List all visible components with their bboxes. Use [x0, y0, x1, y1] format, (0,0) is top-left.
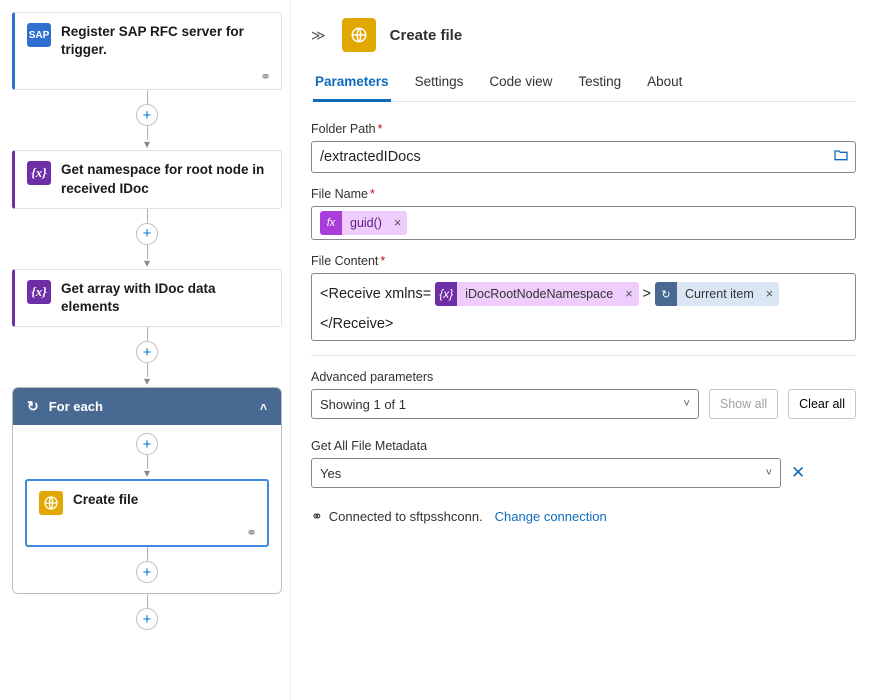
remove-chip-icon[interactable]: ×	[388, 216, 407, 230]
add-step-button[interactable]: +	[136, 561, 158, 583]
add-step-button[interactable]: +	[136, 341, 158, 363]
clear-all-button[interactable]: Clear all	[788, 389, 856, 419]
node-title: Get array with IDoc data elements	[61, 280, 269, 316]
variable-icon: {x}	[435, 282, 457, 306]
advanced-params-label: Advanced parameters	[311, 370, 856, 384]
tab-settings[interactable]: Settings	[413, 66, 466, 101]
chevron-up-icon: ˄	[260, 400, 267, 414]
node-title: Get namespace for root node in received …	[61, 161, 269, 197]
add-step-button[interactable]: +	[136, 608, 158, 630]
file-icon	[39, 491, 63, 515]
xml-text: >	[643, 286, 651, 302]
xml-text: </Receive>	[320, 316, 393, 332]
collapse-panel-icon[interactable]: ≫	[311, 27, 326, 44]
details-panel: ≫ Create file Parameters Settings Code v…	[290, 0, 880, 700]
arrow-down-icon: ▾	[144, 467, 150, 479]
folder-path-input[interactable]: /extractedIDocs	[311, 141, 856, 173]
tab-testing[interactable]: Testing	[576, 66, 623, 101]
file-content-input[interactable]: <Receive xmlns= {x} iDocRootNodeNamespac…	[311, 273, 856, 341]
node-get-namespace[interactable]: {x} Get namespace for root node in recei…	[12, 150, 282, 208]
get-metadata-label: Get All File Metadata	[311, 439, 856, 453]
tab-code-view[interactable]: Code view	[487, 66, 554, 101]
file-name-label: File Name*	[311, 187, 856, 201]
connection-text: Connected to sftpsshconn.	[329, 509, 483, 524]
variable-icon: {x}	[27, 280, 51, 304]
foreach-header[interactable]: ↻ For each ˄	[13, 388, 281, 425]
folder-browse-icon[interactable]	[833, 147, 849, 167]
fx-icon: fx	[320, 211, 342, 235]
tab-about[interactable]: About	[645, 66, 684, 101]
node-title: Register SAP RFC server for trigger.	[61, 23, 269, 59]
arrow-down-icon: ▾	[144, 257, 150, 269]
advanced-params-select[interactable]: Showing 1 of 1 ˅	[311, 389, 699, 419]
chevron-down-icon: ˅	[683, 398, 689, 410]
get-metadata-select[interactable]: Yes ˅	[311, 458, 781, 488]
node-title: Create file	[73, 491, 138, 509]
tabs: Parameters Settings Code view Testing Ab…	[311, 66, 856, 102]
workflow-canvas: SAP Register SAP RFC server for trigger.…	[0, 0, 290, 700]
link-icon: ⚭	[311, 508, 323, 525]
remove-chip-icon[interactable]: ×	[619, 287, 638, 301]
connector: + ▾	[12, 209, 282, 269]
foreach-container[interactable]: ↻ For each ˄ + ▾ Create file ⚭	[12, 387, 282, 594]
connection-row: ⚭ Connected to sftpsshconn. Change conne…	[311, 508, 856, 525]
connector: + ▾	[12, 90, 282, 150]
node-get-array[interactable]: {x} Get array with IDoc data elements	[12, 269, 282, 327]
folder-path-label: Folder Path*	[311, 122, 856, 136]
connector: +	[12, 594, 282, 630]
connector: + ▾	[12, 327, 282, 387]
expression-chip-guid[interactable]: fx guid() ×	[320, 211, 407, 235]
tab-parameters[interactable]: Parameters	[313, 66, 391, 102]
node-create-file[interactable]: Create file ⚭	[25, 479, 269, 547]
folder-path-value: /extractedIDocs	[320, 149, 421, 165]
variable-chip-namespace[interactable]: {x} iDocRootNodeNamespace ×	[435, 282, 638, 306]
foreach-body: + ▾ Create file ⚭ +	[13, 425, 281, 593]
sap-icon: SAP	[27, 23, 51, 47]
show-all-button[interactable]: Show all	[709, 389, 778, 419]
loop-icon: ↻	[655, 282, 677, 306]
divider	[311, 355, 856, 356]
loop-chip-current-item[interactable]: ↻ Current item ×	[655, 282, 779, 306]
loop-icon: ↻	[27, 398, 39, 415]
variable-icon: {x}	[27, 161, 51, 185]
link-icon: ⚭	[246, 525, 257, 541]
change-connection-link[interactable]: Change connection	[495, 509, 607, 524]
arrow-down-icon: ▾	[144, 375, 150, 387]
link-icon: ⚭	[260, 69, 271, 85]
add-step-button[interactable]: +	[136, 433, 158, 455]
connector: +	[25, 547, 269, 583]
node-register-sap[interactable]: SAP Register SAP RFC server for trigger.…	[12, 12, 282, 90]
file-name-input[interactable]: fx guid() ×	[311, 206, 856, 240]
add-step-button[interactable]: +	[136, 104, 158, 126]
chevron-down-icon: ˅	[766, 467, 772, 479]
clear-field-icon[interactable]: ✕	[791, 463, 805, 483]
arrow-down-icon: ▾	[144, 138, 150, 150]
foreach-title: For each	[49, 399, 103, 414]
xml-text: <Receive xmlns=	[320, 286, 431, 302]
remove-chip-icon[interactable]: ×	[760, 287, 779, 301]
file-icon	[342, 18, 376, 52]
file-content-label: File Content*	[311, 254, 856, 268]
panel-title: Create file	[390, 27, 463, 44]
add-step-button[interactable]: +	[136, 223, 158, 245]
connector: + ▾	[25, 433, 269, 479]
